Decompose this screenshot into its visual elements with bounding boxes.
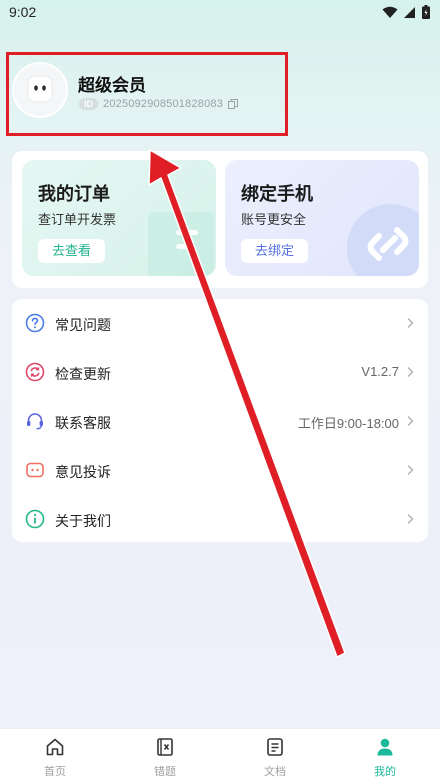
menu-label: 联系客服 xyxy=(55,415,111,431)
bind-phone-button[interactable]: 去绑定 xyxy=(241,239,309,263)
user-icon xyxy=(377,738,393,756)
chevron-right-icon xyxy=(407,513,414,525)
card-subtitle: 查订单开发票 xyxy=(38,212,117,227)
tab-label: 文档 xyxy=(264,766,286,778)
tab-mistakes[interactable]: 错题 xyxy=(110,729,220,783)
chevron-right-icon xyxy=(407,415,414,427)
home-icon xyxy=(46,738,64,756)
tab-documents[interactable]: 文档 xyxy=(220,729,330,783)
annotation-highlight-box xyxy=(6,52,288,136)
status-time: 9:02 xyxy=(9,4,37,20)
app-version: V1.2.7 xyxy=(361,364,399,379)
bind-phone-card[interactable]: 绑定手机 账号更安全 去绑定 xyxy=(225,160,419,276)
tab-label: 错题 xyxy=(154,766,176,778)
battery-icon xyxy=(422,5,430,19)
card-title: 我的订单 xyxy=(38,184,110,204)
question-icon xyxy=(25,313,45,333)
menu-label: 检查更新 xyxy=(55,366,111,382)
service-hours: 工作日9:00-18:00 xyxy=(297,416,399,431)
tab-mine[interactable]: 我的 xyxy=(330,729,440,783)
menu-label: 关于我们 xyxy=(55,513,111,529)
tab-label: 首页 xyxy=(44,766,66,778)
menu-item-feedback[interactable]: 意见投诉 xyxy=(12,446,428,495)
quick-actions-panel: 我的订单 查订单开发票 去查看 绑定手机 账号更安全 去绑定 xyxy=(12,151,428,288)
card-subtitle: 账号更安全 xyxy=(241,212,307,227)
mistakes-book-icon xyxy=(157,738,173,756)
status-icons xyxy=(382,5,430,19)
chevron-right-icon xyxy=(407,317,414,329)
status-bar: 9:02 xyxy=(0,0,440,26)
orders-decor-icon xyxy=(148,212,214,276)
chevron-right-icon xyxy=(407,366,414,378)
menu-item-customer-service[interactable]: 联系客服 工作日9:00-18:00 xyxy=(12,397,428,446)
refresh-icon xyxy=(25,362,45,382)
info-icon xyxy=(25,509,45,529)
my-orders-card[interactable]: 我的订单 查订单开发票 去查看 xyxy=(22,160,216,276)
card-title: 绑定手机 xyxy=(241,184,313,204)
signal-icon xyxy=(404,6,415,18)
headset-icon xyxy=(27,413,43,430)
chevron-right-icon xyxy=(407,464,414,476)
document-icon xyxy=(267,738,283,756)
settings-menu: 常见问题 检查更新 V1.2.7 联系客服 工作日9:00-18:00 意见投诉… xyxy=(12,299,428,542)
menu-item-about-us[interactable]: 关于我们 xyxy=(12,495,428,544)
tab-home[interactable]: 首页 xyxy=(0,729,110,783)
menu-label: 意见投诉 xyxy=(55,464,111,480)
link-decor-icon xyxy=(347,204,419,276)
menu-label: 常见问题 xyxy=(55,317,111,333)
tab-label: 我的 xyxy=(374,766,396,778)
menu-item-faq[interactable]: 常见问题 xyxy=(12,299,428,348)
bottom-tab-bar: 首页 错题 文档 我的 xyxy=(0,728,440,783)
feedback-icon xyxy=(26,462,44,478)
view-orders-button[interactable]: 去查看 xyxy=(38,239,106,263)
menu-item-check-update[interactable]: 检查更新 V1.2.7 xyxy=(12,348,428,397)
wifi-icon xyxy=(382,6,398,18)
